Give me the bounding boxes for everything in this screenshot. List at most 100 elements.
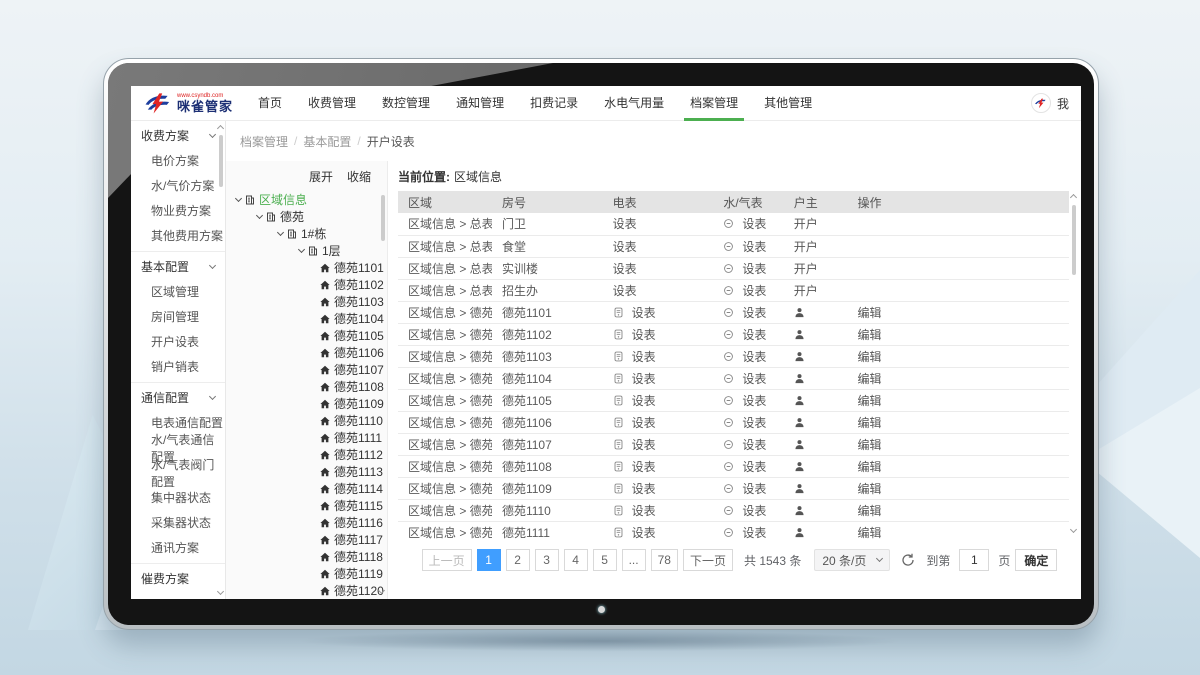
electric-meter-icon[interactable]: [613, 395, 624, 406]
page-number-button[interactable]: 4: [564, 549, 588, 571]
collapse-all-button[interactable]: 收缩: [347, 168, 371, 185]
open-account-link[interactable]: 开户: [794, 282, 818, 299]
edit-link[interactable]: 编辑: [858, 526, 882, 540]
set-electric-meter-link[interactable]: 设表: [632, 524, 656, 541]
user-menu[interactable]: 我: [1031, 93, 1069, 113]
set-water-meter-link[interactable]: 设表: [742, 414, 766, 431]
electric-meter-icon[interactable]: [613, 351, 624, 362]
electric-meter-icon[interactable]: [613, 483, 624, 494]
electric-meter-icon[interactable]: [613, 417, 624, 428]
tree-node[interactable]: 德苑1112: [226, 446, 387, 463]
tree-node[interactable]: 德苑1115: [226, 497, 387, 514]
nav-item[interactable]: 收费管理: [295, 86, 369, 121]
tree-node[interactable]: 德苑1110: [226, 412, 387, 429]
tree-node[interactable]: 德苑1116: [226, 514, 387, 531]
set-water-meter-link[interactable]: 设表: [742, 392, 766, 409]
set-water-meter-link[interactable]: 设表: [742, 348, 766, 365]
tree-node[interactable]: 德苑1107: [226, 361, 387, 378]
prev-page-button[interactable]: 上一页: [422, 549, 472, 571]
chevron-down-icon[interactable]: [235, 194, 242, 201]
page-number-button[interactable]: 78: [651, 549, 678, 571]
breadcrumb-item[interactable]: 基本配置: [303, 133, 351, 150]
set-electric-meter-link[interactable]: 设表: [632, 436, 656, 453]
edit-link[interactable]: 编辑: [858, 328, 882, 342]
tree-node[interactable]: 德苑1120: [226, 582, 387, 599]
set-electric-meter-link[interactable]: 设表: [613, 238, 637, 255]
edit-link[interactable]: 编辑: [858, 306, 882, 320]
edit-link[interactable]: 编辑: [858, 482, 882, 496]
open-account-link[interactable]: 开户: [794, 215, 818, 232]
set-electric-meter-link[interactable]: 设表: [613, 215, 637, 232]
electric-meter-icon[interactable]: [613, 329, 624, 340]
electric-meter-icon[interactable]: [613, 373, 624, 384]
breadcrumb-item[interactable]: 开户设表: [367, 133, 415, 150]
page-number-button[interactable]: 1: [477, 549, 501, 571]
owner-person-icon[interactable]: [794, 483, 805, 494]
set-water-meter-link[interactable]: 设表: [742, 436, 766, 453]
sidebar-item[interactable]: 水/气价方案: [131, 173, 225, 198]
owner-person-icon[interactable]: [794, 527, 805, 538]
sidebar-item[interactable]: 物业费方案: [131, 198, 225, 223]
tree-node[interactable]: 德苑1108: [226, 378, 387, 395]
page-number-button[interactable]: 3: [535, 549, 559, 571]
set-water-meter-link[interactable]: 设表: [742, 215, 766, 232]
owner-person-icon[interactable]: [794, 461, 805, 472]
owner-person-icon[interactable]: [794, 417, 805, 428]
electric-meter-icon[interactable]: [613, 505, 624, 516]
nav-item[interactable]: 其他管理: [751, 86, 825, 121]
edit-link[interactable]: 编辑: [858, 372, 882, 386]
owner-person-icon[interactable]: [794, 329, 805, 340]
sidebar-item[interactable]: 收费方案: [131, 123, 225, 148]
set-water-meter-link[interactable]: 设表: [742, 326, 766, 343]
tree-node[interactable]: 1层: [226, 242, 387, 259]
sidebar-item[interactable]: 电价方案: [131, 148, 225, 173]
water-gas-meter-icon[interactable]: [723, 395, 734, 406]
electric-meter-icon[interactable]: [613, 527, 624, 538]
refresh-icon[interactable]: [901, 553, 915, 567]
edit-link[interactable]: 编辑: [858, 504, 882, 518]
electric-meter-icon[interactable]: [613, 307, 624, 318]
water-gas-meter-icon[interactable]: [723, 439, 734, 450]
nav-item[interactable]: 档案管理: [677, 86, 751, 121]
water-gas-meter-icon[interactable]: [723, 505, 734, 516]
chevron-down-icon[interactable]: [298, 245, 305, 252]
tree-node[interactable]: 区域信息: [226, 191, 387, 208]
set-electric-meter-link[interactable]: 设表: [632, 480, 656, 497]
water-gas-meter-icon[interactable]: [723, 417, 734, 428]
owner-person-icon[interactable]: [794, 395, 805, 406]
sidebar-item[interactable]: 开户设表: [131, 329, 225, 354]
set-electric-meter-link[interactable]: 设表: [632, 370, 656, 387]
nav-item[interactable]: 通知管理: [443, 86, 517, 121]
set-electric-meter-link[interactable]: 设表: [613, 260, 637, 277]
tree-node[interactable]: 德苑1101: [226, 259, 387, 276]
sidebar-item[interactable]: 集中器状态: [131, 485, 225, 510]
scroll-up-icon[interactable]: [1070, 194, 1077, 201]
set-water-meter-link[interactable]: 设表: [742, 480, 766, 497]
water-gas-meter-icon[interactable]: [723, 307, 734, 318]
tree-node[interactable]: 德苑1104: [226, 310, 387, 327]
sidebar-item[interactable]: 基本配置: [131, 251, 225, 279]
tree-node[interactable]: 德苑1119: [226, 565, 387, 582]
water-gas-meter-icon[interactable]: [723, 527, 734, 538]
set-electric-meter-link[interactable]: 设表: [632, 392, 656, 409]
owner-person-icon[interactable]: [794, 373, 805, 384]
set-water-meter-link[interactable]: 设表: [742, 238, 766, 255]
tree-node[interactable]: 德苑1105: [226, 327, 387, 344]
sidebar-item[interactable]: 区域管理: [131, 279, 225, 304]
breadcrumb-item[interactable]: 档案管理: [240, 133, 288, 150]
set-water-meter-link[interactable]: 设表: [742, 282, 766, 299]
expand-all-button[interactable]: 展开: [309, 168, 333, 185]
tree-node[interactable]: 德苑1113: [226, 463, 387, 480]
sidebar-item[interactable]: 房间管理: [131, 304, 225, 329]
tree-node[interactable]: 德苑1114: [226, 480, 387, 497]
owner-person-icon[interactable]: [794, 307, 805, 318]
sidebar-item[interactable]: 通信配置: [131, 382, 225, 410]
water-gas-meter-icon[interactable]: [723, 483, 734, 494]
water-gas-meter-icon[interactable]: [723, 373, 734, 384]
edit-link[interactable]: 编辑: [858, 350, 882, 364]
edit-link[interactable]: 编辑: [858, 460, 882, 474]
sidebar-item[interactable]: 通讯方案: [131, 535, 225, 560]
scroll-down-icon[interactable]: [1070, 526, 1077, 533]
owner-person-icon[interactable]: [794, 351, 805, 362]
water-gas-meter-icon[interactable]: [723, 329, 734, 340]
